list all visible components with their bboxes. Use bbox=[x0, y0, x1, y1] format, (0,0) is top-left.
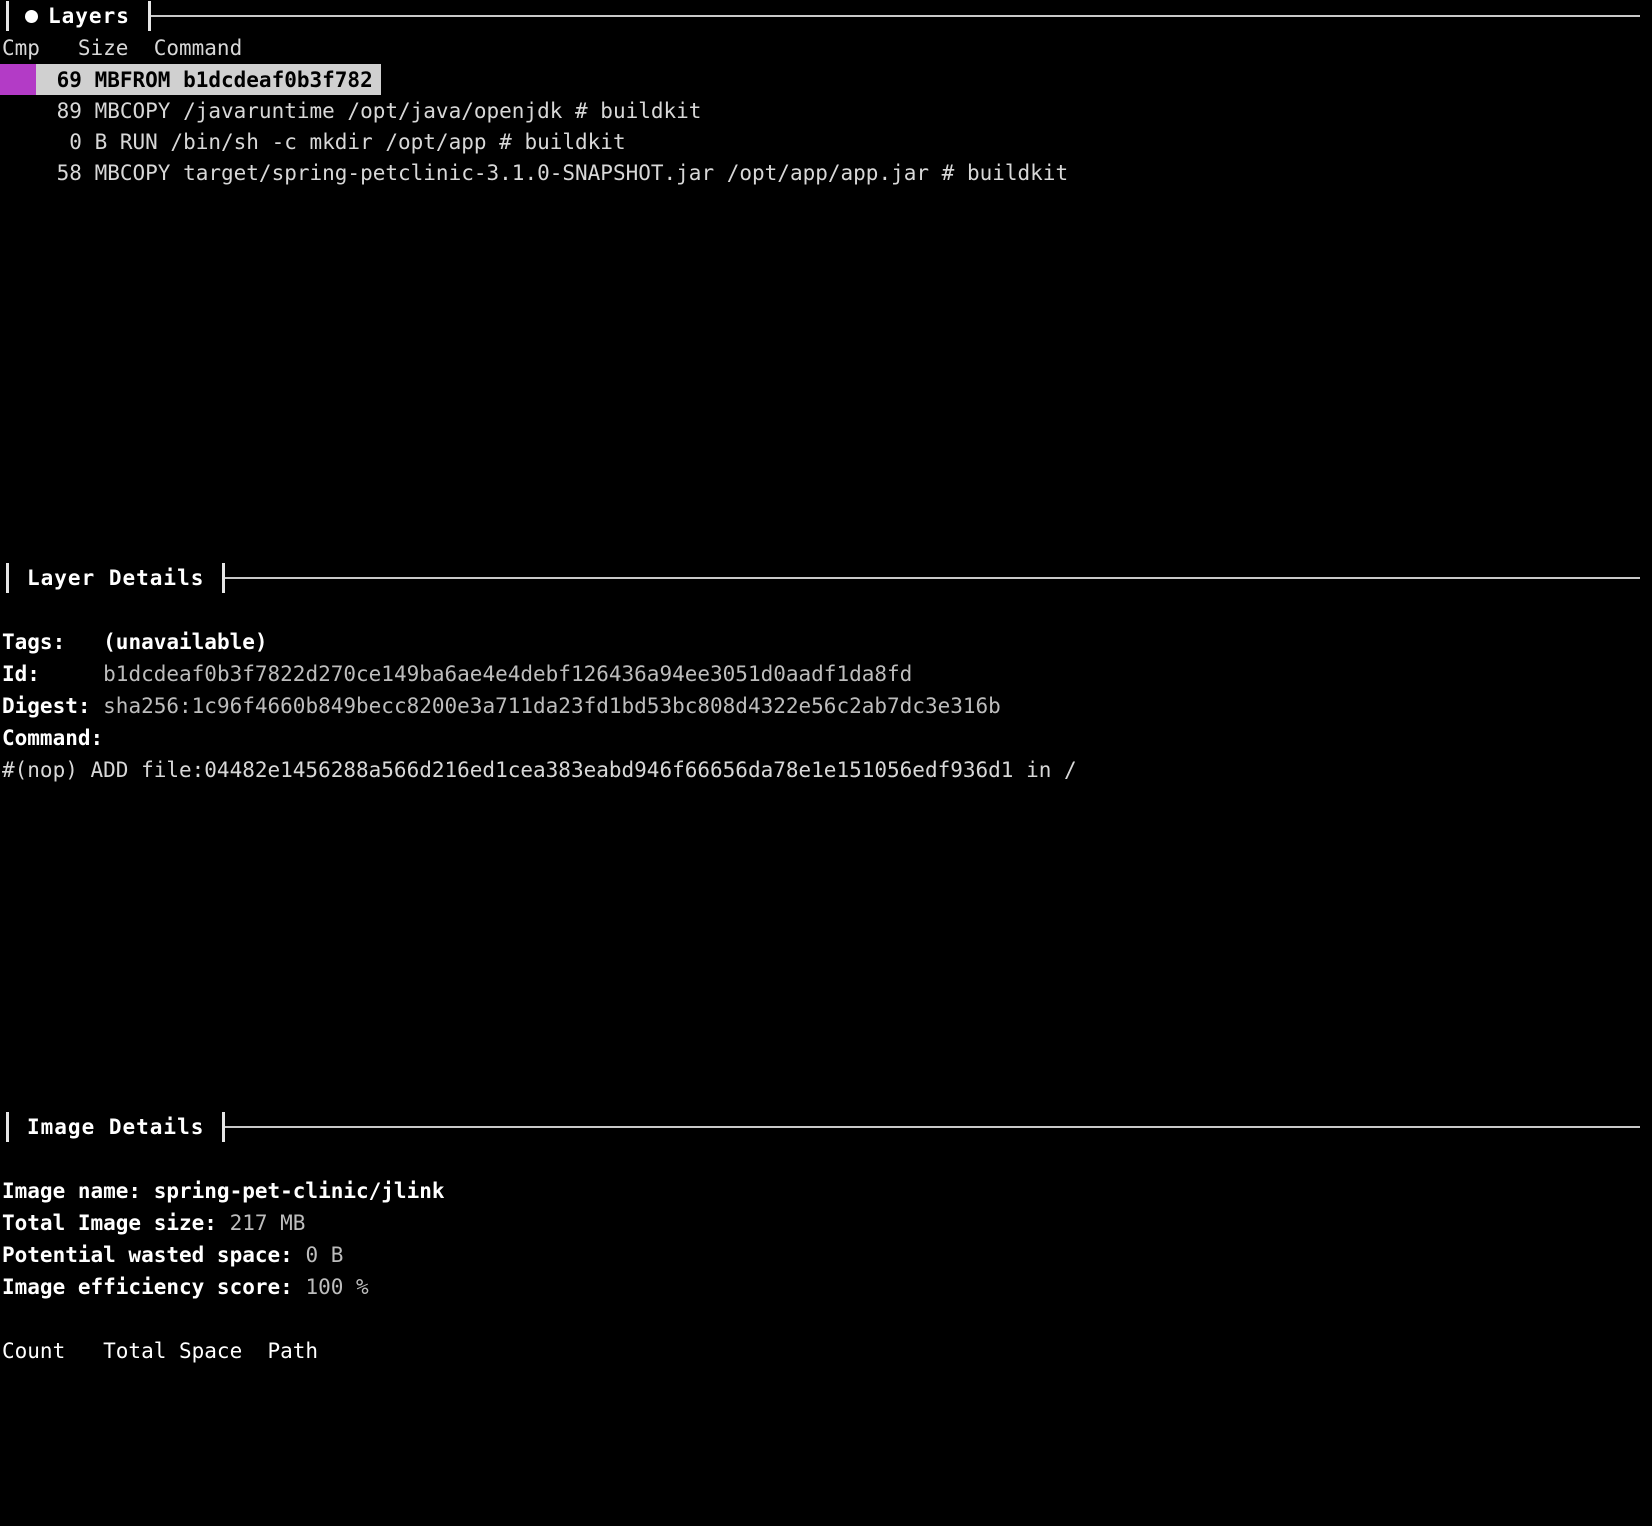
total-image-size-value: 217 MB bbox=[229, 1211, 306, 1235]
image-details-spacer bbox=[0, 1143, 1652, 1175]
image-details-panel-title: Image Details bbox=[27, 1115, 205, 1139]
layer-command-value: #(nop) ADD file:04482e1456288a566d216ed1… bbox=[2, 758, 1077, 782]
efficiency-score-value: 100 % bbox=[305, 1275, 369, 1299]
cmp-color-swatch bbox=[0, 157, 36, 188]
layer-row-text: 69 MB FROM b1dcdeaf0b3f782 bbox=[36, 64, 381, 95]
layers-pane[interactable]: Layers Cmp Size Command 69 MB FROM b1dcd… bbox=[0, 0, 1652, 188]
table-row[interactable]: 89 MB COPY /javaruntime /opt/java/openjd… bbox=[0, 95, 1652, 126]
layer-row-text: 89 MB COPY /javaruntime /opt/java/openjd… bbox=[36, 95, 709, 126]
layer-tags-line: Tags: (unavailable) bbox=[0, 626, 1652, 658]
cmp-color-swatch bbox=[0, 64, 36, 95]
total-image-size-label: Total Image size: bbox=[2, 1211, 230, 1235]
image-name-value: spring-pet-clinic/jlink bbox=[153, 1179, 445, 1203]
layer-id-label: Id: bbox=[2, 662, 104, 686]
layer-command: FROM b1dcdeaf0b3f782 bbox=[119, 67, 373, 92]
layer-tags-label: Tags: bbox=[2, 630, 104, 654]
image-details-table-gap bbox=[0, 1303, 1652, 1335]
table-row[interactable]: 69 MB FROM b1dcdeaf0b3f782 bbox=[0, 64, 1652, 95]
layer-details-panel-header: Layer Details bbox=[0, 562, 1652, 594]
wasted-space-line: Potential wasted space: 0 B bbox=[0, 1239, 1652, 1271]
panel-left-bar bbox=[6, 563, 9, 593]
layers-panel-title: Layers bbox=[48, 4, 130, 28]
layers-column-header: Cmp Size Command bbox=[2, 36, 243, 60]
efficiency-score-label: Image efficiency score: bbox=[2, 1275, 306, 1299]
image-details-pane[interactable]: Image Details Image name: spring-pet-cli… bbox=[0, 1111, 1652, 1367]
layer-command: RUN /bin/sh -c mkdir /opt/app # buildkit bbox=[119, 129, 626, 154]
layer-size: 89 MB bbox=[44, 98, 120, 123]
image-name-line: Image name: spring-pet-clinic/jlink bbox=[0, 1175, 1652, 1207]
layer-details-pane[interactable]: Layer Details Tags: (unavailable) Id: b1… bbox=[0, 562, 1652, 786]
layer-digest-line: Digest: sha256:1c96f4660b849becc8200e3a7… bbox=[0, 690, 1652, 722]
layer-details-panel-title: Layer Details bbox=[27, 566, 205, 590]
wasted-space-table-header: Count Total Space Path bbox=[2, 1339, 319, 1363]
image-details-panel-rule bbox=[225, 1126, 1640, 1128]
layer-command: COPY /javaruntime /opt/java/openjdk # bu… bbox=[119, 98, 702, 123]
layer-row-text: 0 B RUN /bin/sh -c mkdir /opt/app # buil… bbox=[36, 126, 634, 157]
image-details-panel-header: Image Details bbox=[0, 1111, 1652, 1143]
layer-command-label: Command: bbox=[2, 726, 104, 750]
panel-left-bar bbox=[6, 1, 9, 31]
cmp-color-swatch bbox=[0, 95, 36, 126]
table-row[interactable]: 0 B RUN /bin/sh -c mkdir /opt/app # buil… bbox=[0, 126, 1652, 157]
table-row[interactable]: 58 MB COPY target/spring-petclinic-3.1.0… bbox=[0, 157, 1652, 188]
layer-size: 69 MB bbox=[44, 67, 120, 92]
image-name-label: Image name: bbox=[2, 1179, 154, 1203]
layer-size: 0 B bbox=[44, 129, 120, 154]
layer-command-label-line: Command: bbox=[0, 722, 1652, 754]
layer-digest-label: Digest: bbox=[2, 694, 104, 718]
layer-tags-value: (unavailable) bbox=[103, 630, 268, 654]
layer-id-line: Id: b1dcdeaf0b3f7822d270ce149ba6ae4e4deb… bbox=[0, 658, 1652, 690]
wasted-space-label: Potential wasted space: bbox=[2, 1243, 306, 1267]
layer-details-spacer bbox=[0, 594, 1652, 626]
layer-size: 58 MB bbox=[44, 160, 120, 185]
panel-left-bar bbox=[6, 1112, 9, 1142]
cmp-color-swatch bbox=[0, 126, 36, 157]
layer-id-value: b1dcdeaf0b3f7822d270ce149ba6ae4e4debf126… bbox=[103, 662, 913, 686]
layers-panel-header: Layers bbox=[0, 0, 1652, 32]
layer-details-panel-rule bbox=[225, 577, 1640, 579]
wasted-space-value: 0 B bbox=[305, 1243, 344, 1267]
layer-row-text: 58 MB COPY target/spring-petclinic-3.1.0… bbox=[36, 157, 1076, 188]
layer-command: COPY target/spring-petclinic-3.1.0-SNAPS… bbox=[119, 160, 1069, 185]
layer-digest-value: sha256:1c96f4660b849becc8200e3a711da23fd… bbox=[103, 694, 1001, 718]
filled-circle-icon bbox=[25, 9, 38, 23]
efficiency-score-line: Image efficiency score: 100 % bbox=[0, 1271, 1652, 1303]
layers-panel-rule bbox=[150, 15, 1640, 17]
total-image-size-line: Total Image size: 217 MB bbox=[0, 1207, 1652, 1239]
